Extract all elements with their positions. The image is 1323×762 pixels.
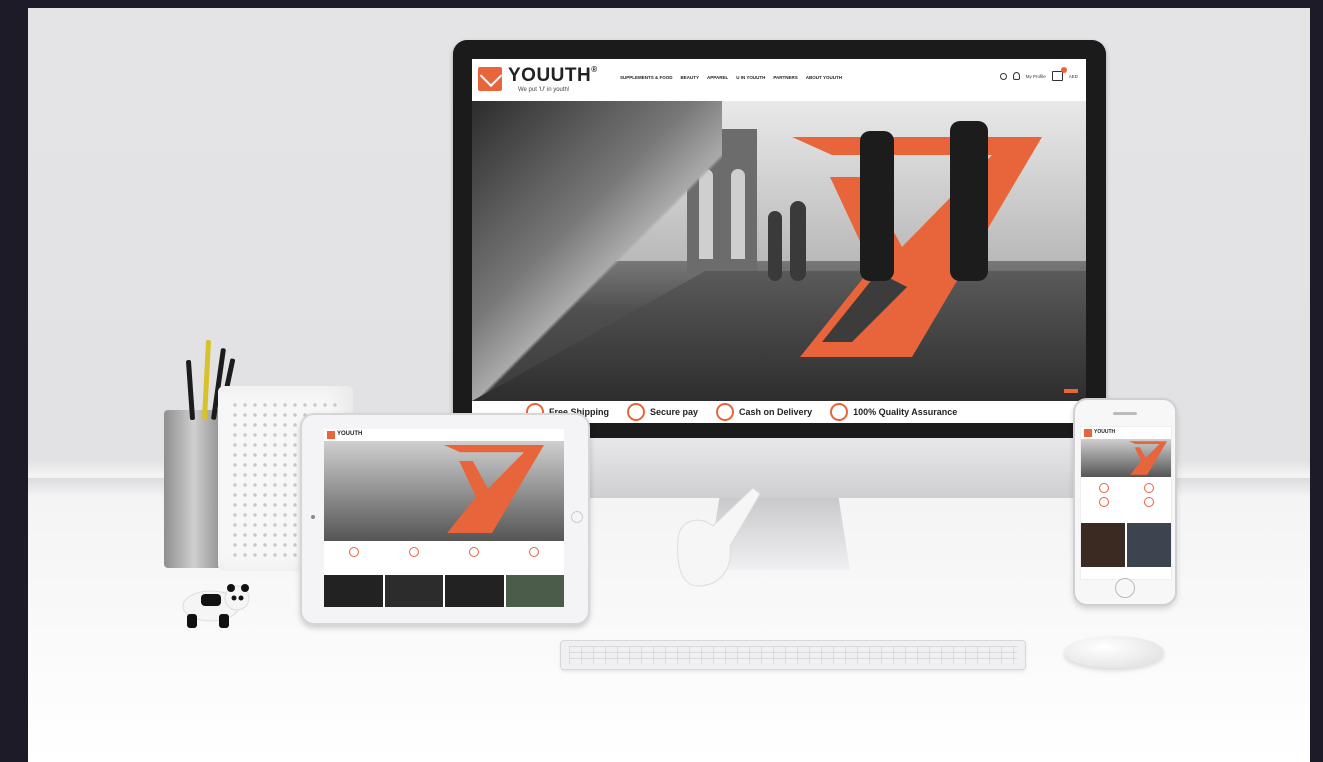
- ipad: YOUUTH: [300, 413, 590, 625]
- nav-item-apparel[interactable]: APPAREL: [707, 75, 728, 80]
- iphone-home-button: [1115, 578, 1135, 598]
- cart-badge: [1060, 67, 1067, 73]
- feature-icon: [469, 547, 479, 557]
- imac-screen: YOUUTH® We put 'U' in youth! SUPPLEMENTS…: [472, 59, 1086, 423]
- youuth-y-logo-graphic: [444, 445, 544, 533]
- iphone-screen: YOUUTH: [1080, 426, 1172, 580]
- ipad-brand[interactable]: YOUUTH: [337, 431, 362, 437]
- keyboard: [560, 640, 1026, 670]
- ipad-product-tiles: [324, 575, 564, 607]
- iphone-feature-row: [1081, 483, 1171, 493]
- nav-item-beauty[interactable]: BEAUTY: [681, 75, 700, 80]
- feature-icon: [529, 547, 539, 557]
- runner-woman: [860, 131, 894, 281]
- brand-tagline: We put 'U' in youth!: [518, 87, 570, 93]
- imac: YOUUTH® We put 'U' in youth! SUPPLEMENTS…: [453, 40, 1106, 438]
- iphone: YOUUTH: [1073, 398, 1177, 606]
- product-tile[interactable]: [1081, 523, 1125, 567]
- feature-icon: [1098, 497, 1109, 507]
- product-tile[interactable]: [505, 575, 564, 607]
- feature-secure-pay: Secure pay: [627, 403, 698, 421]
- iphone-hero[interactable]: [1081, 439, 1171, 477]
- my-profile-link[interactable]: My Profile: [1026, 74, 1046, 79]
- header-actions: My Profile AED: [999, 67, 1078, 81]
- feature-icon: [1143, 483, 1154, 493]
- iphone-brand[interactable]: YOUUTH: [1094, 429, 1115, 435]
- product-tile[interactable]: [384, 575, 443, 607]
- mockup-photo: YOUUTH® We put 'U' in youth! SUPPLEMENTS…: [28, 8, 1310, 762]
- pedestrian: [768, 211, 782, 281]
- feature-icon: [409, 547, 419, 557]
- panda-figurine: [182, 584, 250, 628]
- youuth-logo-icon[interactable]: [478, 67, 502, 91]
- cash-icon: [716, 403, 735, 421]
- pedestrian: [790, 201, 806, 281]
- ipad-screen: YOUUTH: [324, 429, 564, 607]
- badge-icon: [830, 403, 849, 421]
- runner-man: [950, 121, 988, 281]
- mouse: [1064, 636, 1164, 668]
- lock-icon: [627, 403, 646, 421]
- feature-cod: Cash on Delivery: [716, 403, 812, 421]
- profile-icon[interactable]: [1012, 72, 1020, 80]
- brand-name[interactable]: YOUUTH®: [508, 65, 598, 87]
- youuth-y-logo-graphic: [792, 137, 1042, 357]
- iphone-product-tiles: [1081, 523, 1171, 567]
- iphone-speaker: [1113, 412, 1137, 415]
- ipad-camera: [311, 515, 315, 519]
- product-tile[interactable]: [324, 575, 383, 607]
- nav-item-about[interactable]: ABOUT YOUUTH: [806, 75, 842, 80]
- currency-selector[interactable]: AED: [1069, 74, 1078, 79]
- site-header: YOUUTH® We put 'U' in youth! SUPPLEMENTS…: [472, 59, 1086, 102]
- ipad-hero[interactable]: [324, 441, 564, 541]
- trademark: ®: [591, 65, 598, 74]
- ipad-home-button: [571, 511, 583, 523]
- ipad-feature-row: [324, 545, 564, 559]
- youuth-logo-icon[interactable]: [327, 431, 335, 439]
- feature-quality: 100% Quality Assurance: [830, 403, 957, 421]
- cart-icon[interactable]: [1051, 67, 1067, 81]
- iphone-feature-row: [1081, 497, 1171, 507]
- ceramic-bird: [677, 487, 761, 587]
- feature-icon: [1098, 483, 1109, 493]
- hero-banner[interactable]: [472, 101, 1086, 401]
- youuth-y-logo-graphic: [1129, 441, 1167, 475]
- search-icon[interactable]: [999, 72, 1007, 80]
- nav-item-supplements[interactable]: SUPPLEMENTS & FOOD: [620, 75, 673, 80]
- nav-item-partners[interactable]: PARTNERS: [773, 75, 797, 80]
- pencil: [201, 339, 212, 421]
- product-tile[interactable]: [445, 575, 504, 607]
- slider-indicator[interactable]: [1064, 389, 1078, 393]
- product-tile[interactable]: [1127, 523, 1171, 567]
- pen-cup: [164, 410, 224, 568]
- feature-icon: [349, 547, 359, 557]
- youuth-logo-icon[interactable]: [1084, 429, 1092, 437]
- main-nav: SUPPLEMENTS & FOOD BEAUTY APPAREL U IN Y…: [620, 75, 842, 80]
- nav-item-u-in-youuth[interactable]: U IN YOUUTH: [736, 75, 765, 80]
- feature-icon: [1143, 497, 1154, 507]
